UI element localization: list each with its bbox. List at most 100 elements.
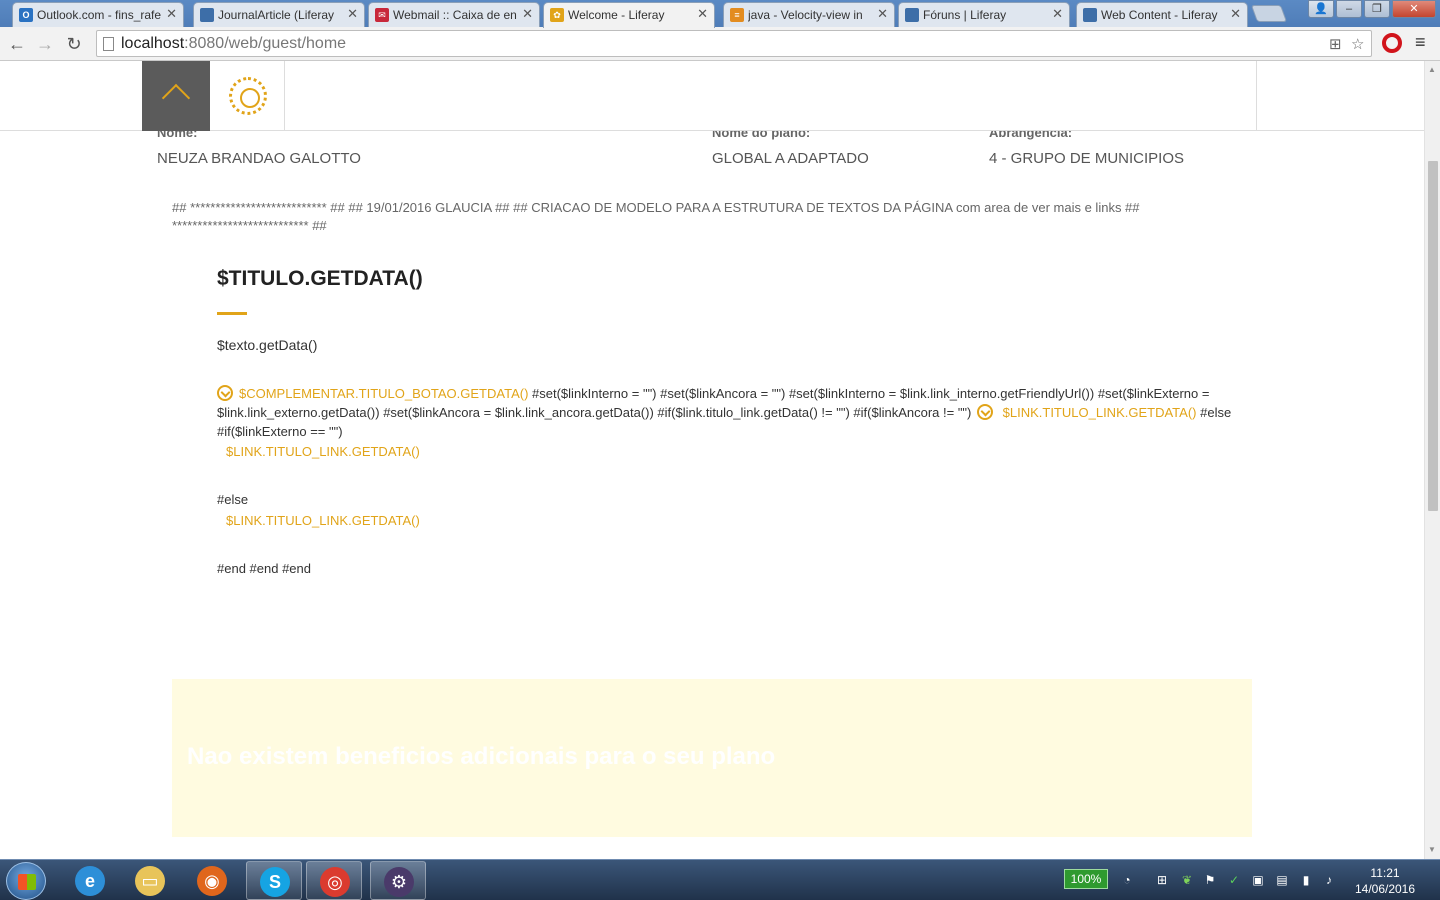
name-value: NEUZA BRANDAO GALOTTO [157,150,361,167]
template-comment: ## *************************** ## ## 19/… [172,200,1140,233]
address-url[interactable]: localhost:8080/web/guest/home [121,35,346,53]
close-tab-icon[interactable]: ✕ [347,6,358,22]
link-title-2[interactable]: $LINK.TITULO_LINK.GETDATA() [226,513,420,528]
clock-date: 14/06/2016 [1354,882,1416,896]
scrollbar-thumb[interactable] [1428,161,1438,511]
content-text: $texto.getData() [217,337,318,353]
browser-tab-label: Welcome - Liferay [568,8,665,22]
liferay-flower-icon: ✿ [550,8,564,22]
browser-tab[interactable]: ✿ Welcome - Liferay ✕ [543,2,715,28]
browser-tab-label: Web Content - Liferay [1101,8,1218,22]
chevron-up-icon [161,83,191,113]
translate-icon[interactable]: ⊞ [1329,35,1342,53]
title-underline [217,312,247,315]
close-tab-icon[interactable]: ✕ [697,6,708,22]
site-header [0,61,1424,131]
outlook-icon: O [19,8,33,22]
back-icon[interactable]: ← [6,33,28,55]
no-benefits-message: Nao existem beneficios adicionais para o… [187,743,776,770]
inline-link-title[interactable]: $LINK.TITULO_LINK.GETDATA() [1003,405,1197,420]
page-icon [103,37,114,51]
scroll-down-icon[interactable]: ▼ [1428,845,1436,854]
plan-value: GLOBAL A ADAPTADO [712,150,869,167]
chevron-circle-down-icon[interactable] [217,385,233,401]
page-viewport: Nome: NEUZA BRANDAO GALOTTO Nome do plan… [0,61,1424,859]
browser-tab[interactable]: O Outlook.com - fins_rafe ✕ [12,2,184,27]
taskbar-app[interactable]: ▭ [122,861,178,900]
address-bar[interactable]: localhost:8080/web/guest/home ⊞ ☆ [96,30,1372,57]
liferay-doc-icon [200,8,214,22]
chevron-circle-down-icon[interactable] [977,404,994,420]
signal-icon[interactable]: ▮ [1299,873,1313,887]
liferay-doc-icon [1083,8,1097,22]
network-adapter-icon[interactable]: ◔ [1120,873,1134,887]
browser-tab[interactable]: JournalArticle (Liferay ✕ [193,2,365,27]
system-clock[interactable]: 11:21 14/06/2016 [1352,865,1418,897]
link-title-1[interactable]: $LINK.TITULO_LINK.GETDATA() [226,444,420,459]
browser-tab[interactable]: Web Content - Liferay ✕ [1076,2,1248,27]
reload-icon[interactable]: ↻ [63,33,85,55]
window-controls: 👤 – ❐ ✕ [1308,0,1436,20]
close-tab-icon[interactable]: ✕ [1052,6,1063,22]
user-profile-icon[interactable]: 👤 [1308,0,1334,18]
chrome-icon: ◎ [320,867,350,897]
header-divider [1256,61,1257,131]
taskbar-app[interactable]: ⚙ [370,861,426,900]
forward-icon[interactable]: → [34,33,56,55]
close-tab-icon[interactable]: ✕ [522,6,533,22]
scroll-up-icon[interactable]: ▲ [1428,65,1436,74]
opera-extension-icon[interactable] [1382,33,1402,53]
close-window-icon[interactable]: ✕ [1392,0,1436,18]
template-code-block: $COMPLEMENTAR.TITULO_BOTAO.GETDATA() #se… [217,384,1247,441]
display-icon[interactable]: ▣ [1251,873,1265,887]
windows-logo-icon [18,874,36,890]
page-scrollbar[interactable]: ▲ ▼ [1424,61,1440,859]
site-logo[interactable] [210,61,285,131]
taskbar-app[interactable]: ◎ [306,861,362,900]
windows-store-icon[interactable]: ⊞ [1155,873,1169,887]
browser-menu-icon[interactable]: ≡ [1415,33,1431,51]
complementar-button-label[interactable]: $COMPLEMENTAR.TITULO_BOTAO.GETDATA() [239,386,528,401]
close-tab-icon[interactable]: ✕ [1230,6,1241,22]
taskbar-app[interactable]: S [246,861,302,900]
bookmark-star-icon[interactable]: ☆ [1351,35,1364,53]
firefox-icon: ◉ [197,866,227,896]
new-tab-button[interactable] [1250,5,1288,22]
action-center-flag-icon[interactable]: ⚑ [1203,873,1217,887]
content-title: $TITULO.GETDATA() [217,267,423,290]
liferay-flower-icon [229,77,267,115]
leaf-icon[interactable]: ❦ [1180,873,1194,887]
battery-indicator[interactable]: 100% [1064,869,1108,889]
browser-tab-label: Fóruns | Liferay [923,8,1007,22]
browser-tab-label: JournalArticle (Liferay [218,8,335,22]
volume-icon[interactable]: ♪ [1322,873,1336,887]
clipboard-icon[interactable]: ▤ [1275,873,1289,887]
browser-tab[interactable]: ✉ Webmail :: Caixa de en ✕ [368,2,540,27]
back-to-top-button[interactable] [142,61,210,131]
browser-tab[interactable]: ≡ java - Velocity-view in ✕ [723,2,895,27]
browser-tab-label: Webmail :: Caixa de en [393,8,517,22]
taskbar-app[interactable]: e [62,861,118,900]
webmail-icon: ✉ [375,8,389,22]
minimize-icon[interactable]: – [1336,0,1362,18]
close-tab-icon[interactable]: ✕ [877,6,888,22]
liferay-doc-icon [905,8,919,22]
windows-taskbar: e ▭ ◉ S ◎ ⚙ [0,859,1440,900]
file-explorer-icon: ▭ [135,866,165,896]
else-text: #else [217,492,249,507]
browser-tab[interactable]: Fóruns | Liferay ✕ [898,2,1070,27]
start-button[interactable] [6,862,46,900]
security-shield-icon[interactable]: ✓ [1227,873,1241,887]
eclipse-javaee-icon: ⚙ [384,867,414,897]
clock-time: 11:21 [1370,866,1400,880]
browser-toolbar: ← → ↻ localhost:8080/web/guest/home ⊞ ☆ … [0,27,1440,61]
end-text: #end #end #end [217,561,311,576]
browser-tab-label: java - Velocity-view in [748,8,863,22]
taskbar-app[interactable]: ◉ [184,861,240,900]
stackoverflow-icon: ≡ [730,8,744,22]
browser-tab-strip: O Outlook.com - fins_rafe ✕ JournalArticle … [0,0,1440,28]
scope-value: 4 - GRUPO DE MUNICIPIOS [989,150,1185,167]
internet-explorer-icon: e [75,866,105,896]
maximize-icon[interactable]: ❐ [1364,0,1390,18]
close-tab-icon[interactable]: ✕ [166,6,177,22]
